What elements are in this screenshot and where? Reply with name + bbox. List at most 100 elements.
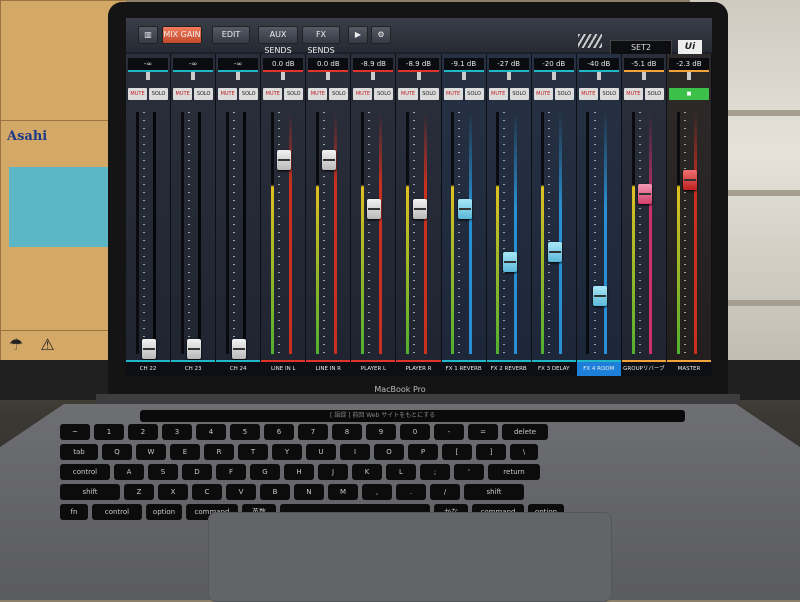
key[interactable]: M (328, 484, 358, 500)
pan-knob[interactable] (191, 72, 196, 80)
mute-button[interactable]: MUTE (173, 88, 193, 100)
key[interactable]: delete (502, 424, 548, 440)
fader-track[interactable] (333, 112, 337, 354)
key[interactable]: , (362, 484, 392, 500)
fader-handle[interactable] (412, 198, 427, 219)
key[interactable]: return (488, 464, 540, 480)
record-toggle[interactable]: ■ (668, 88, 710, 100)
mute-button[interactable]: MUTE (308, 88, 328, 100)
key[interactable]: J (318, 464, 348, 480)
fader-track[interactable] (559, 112, 563, 354)
key[interactable]: H (284, 464, 314, 480)
key[interactable]: shift (60, 484, 120, 500)
key[interactable]: P (408, 444, 438, 460)
channel-name[interactable]: FX 1 REVERB (441, 360, 486, 376)
key[interactable]: G (250, 464, 280, 480)
pan-knob[interactable] (641, 72, 646, 80)
solo-button[interactable]: SOLO (464, 88, 484, 100)
channel-name[interactable]: CH 22 (126, 360, 171, 376)
key[interactable]: 1 (94, 424, 124, 440)
mute-button[interactable]: MUTE (353, 88, 373, 100)
solo-button[interactable]: SOLO (149, 88, 169, 100)
key[interactable]: I (340, 444, 370, 460)
channel-name[interactable]: FX 4 ROOM (576, 360, 621, 376)
mute-button[interactable]: MUTE (128, 88, 148, 100)
edit-button[interactable]: EDIT (212, 26, 250, 44)
pan-knob[interactable] (461, 72, 466, 80)
channel-name[interactable]: PLAYER L (351, 360, 396, 376)
key[interactable]: fn (60, 504, 88, 520)
channel-name[interactable]: PLAYER R (396, 360, 441, 376)
solo-button[interactable]: SOLO (644, 88, 664, 100)
key[interactable]: [ (442, 444, 472, 460)
pan-knob[interactable] (371, 72, 376, 80)
fader-handle[interactable] (682, 169, 697, 190)
key[interactable]: V (226, 484, 256, 500)
key[interactable]: ] (476, 444, 506, 460)
mute-button[interactable]: MUTE (578, 88, 598, 100)
fader-handle[interactable] (277, 150, 292, 171)
pan-knob[interactable] (506, 72, 511, 80)
mix-gain-button[interactable]: MIX GAIN (162, 26, 202, 44)
key[interactable]: B (260, 484, 290, 500)
key[interactable]: K (352, 464, 382, 480)
fx-sends-button[interactable]: FX SENDS (302, 26, 340, 55)
key[interactable]: 6 (264, 424, 294, 440)
fader-track[interactable] (288, 112, 292, 354)
meters-icon[interactable]: ▥ (138, 26, 158, 44)
fader-handle[interactable] (322, 150, 337, 171)
fader-track[interactable] (423, 112, 427, 354)
mute-button[interactable]: MUTE (533, 88, 553, 100)
fader-handle[interactable] (457, 198, 472, 219)
pan-knob[interactable] (551, 72, 556, 80)
channel-name[interactable]: FX 3 DELAY (531, 360, 576, 376)
fader-track[interactable] (153, 112, 157, 354)
key[interactable]: D (182, 464, 212, 480)
key[interactable]: 9 (366, 424, 396, 440)
pan-knob[interactable] (326, 72, 331, 80)
fader-handle[interactable] (592, 285, 607, 306)
fader-track[interactable] (198, 112, 202, 354)
solo-button[interactable]: SOLO (374, 88, 394, 100)
solo-button[interactable]: SOLO (194, 88, 214, 100)
fader-track[interactable] (604, 112, 608, 354)
mute-button[interactable]: MUTE (623, 88, 643, 100)
mute-button[interactable]: MUTE (218, 88, 238, 100)
key[interactable]: ~ (60, 424, 90, 440)
mute-button[interactable]: MUTE (398, 88, 418, 100)
channel-name[interactable]: CH 24 (216, 360, 261, 376)
solo-button[interactable]: SOLO (599, 88, 619, 100)
key[interactable]: control (60, 464, 110, 480)
mute-button[interactable]: MUTE (488, 88, 508, 100)
key[interactable]: N (294, 484, 324, 500)
solo-button[interactable]: SOLO (284, 88, 304, 100)
pan-knob[interactable] (146, 72, 151, 80)
key[interactable]: 7 (298, 424, 328, 440)
fader-track[interactable] (243, 112, 247, 354)
solo-button[interactable]: SOLO (419, 88, 439, 100)
fader-handle[interactable] (502, 252, 517, 273)
fader-track[interactable] (694, 112, 698, 354)
pan-knob[interactable] (686, 72, 691, 80)
mute-button[interactable]: MUTE (443, 88, 463, 100)
key[interactable]: U (306, 444, 336, 460)
trackpad[interactable] (208, 512, 612, 602)
solo-button[interactable]: SOLO (329, 88, 349, 100)
key[interactable]: S (148, 464, 178, 480)
solo-button[interactable]: SOLO (239, 88, 259, 100)
pan-knob[interactable] (596, 72, 601, 80)
fader-handle[interactable] (187, 339, 202, 360)
fader-handle[interactable] (367, 198, 382, 219)
key[interactable]: ; (420, 464, 450, 480)
touch-bar[interactable]: [ 語録 ] 前回 Web サイトをもとにする (140, 410, 685, 422)
key[interactable]: C (192, 484, 222, 500)
key[interactable]: shift (464, 484, 524, 500)
channel-name[interactable]: LINE IN R (306, 360, 351, 376)
key[interactable]: Y (272, 444, 302, 460)
key[interactable]: 4 (196, 424, 226, 440)
key[interactable]: ' (454, 464, 484, 480)
play-icon[interactable]: ▶ (348, 26, 368, 44)
channel-name[interactable]: MASTER (666, 360, 712, 376)
fader-track[interactable] (513, 112, 517, 354)
key[interactable]: tab (60, 444, 98, 460)
